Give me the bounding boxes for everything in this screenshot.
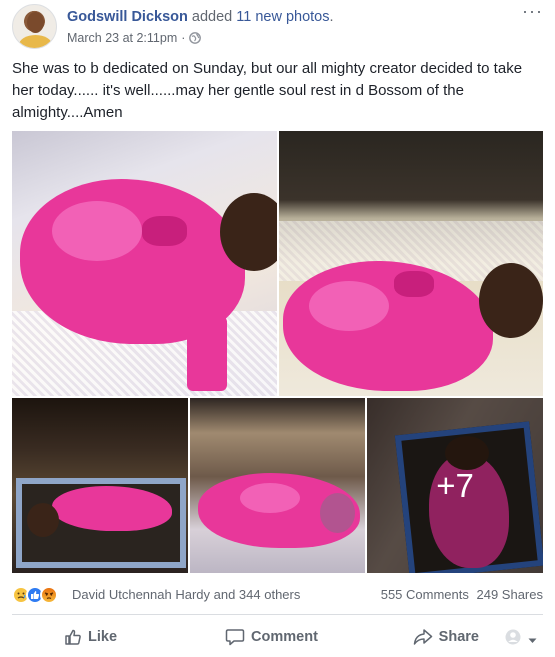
share-arrow-icon bbox=[413, 628, 433, 646]
new-photos-link[interactable]: 11 new photos bbox=[236, 9, 329, 25]
author-line: Godswill Dickson added 11 new photos. bbox=[67, 9, 334, 25]
comment-button[interactable]: Comment bbox=[202, 620, 340, 654]
avatar-face bbox=[27, 12, 44, 33]
author-avatar[interactable] bbox=[12, 4, 57, 49]
engagement-counts: 555 Comments 249 Shares bbox=[381, 587, 543, 602]
gallery-photo-4[interactable] bbox=[190, 398, 365, 573]
chevron-down-icon bbox=[528, 631, 537, 649]
more-options-button[interactable]: ··· bbox=[522, 2, 543, 20]
comment-label: Comment bbox=[251, 629, 318, 645]
audience-selector[interactable] bbox=[505, 628, 537, 651]
photo-dress-highlight bbox=[309, 281, 389, 331]
like-label: Like bbox=[88, 629, 118, 645]
more-photos-overlay[interactable]: +7 bbox=[367, 398, 543, 573]
share-label: Share bbox=[438, 629, 479, 645]
thumbs-up-icon bbox=[64, 628, 82, 646]
gallery-photo-5-more[interactable]: +7 bbox=[367, 398, 543, 573]
reaction-icons[interactable] bbox=[12, 586, 58, 604]
like-button[interactable]: Like bbox=[12, 620, 202, 654]
photo-baby-head bbox=[27, 503, 59, 537]
gallery-photo-2[interactable] bbox=[279, 131, 543, 396]
avatar-shirt bbox=[19, 35, 52, 48]
photo-dress-bow bbox=[394, 271, 434, 297]
author-name-link[interactable]: Godswill Dickson bbox=[67, 9, 188, 25]
more-photos-count: +7 bbox=[436, 466, 474, 504]
photo-sash bbox=[187, 316, 227, 391]
shares-count-link[interactable]: 249 Shares bbox=[477, 587, 544, 602]
post-header: Godswill Dickson added 11 new photos. Ma… bbox=[12, 2, 543, 54]
avatar-dropdown-icon bbox=[505, 628, 525, 651]
photo-dress-highlight bbox=[240, 483, 300, 513]
globe-icon[interactable] bbox=[189, 32, 202, 44]
photo-dress-bow bbox=[142, 216, 187, 246]
post-action-bar: Like Comment Share bbox=[12, 620, 543, 654]
trailing-period: . bbox=[329, 9, 334, 25]
post-timestamp[interactable]: March 23 at 2:11pm bbox=[67, 31, 177, 45]
gallery-photo-1[interactable] bbox=[12, 131, 277, 396]
action-text: added bbox=[191, 9, 233, 25]
comments-count-link[interactable]: 555 Comments bbox=[381, 587, 469, 602]
post-stats: David Utchennah Hardy and 344 others 555… bbox=[12, 584, 543, 606]
photo-baby-head bbox=[320, 493, 355, 533]
gallery-photo-3[interactable] bbox=[12, 398, 188, 573]
photo-baby-head bbox=[479, 263, 543, 338]
actions-divider bbox=[12, 614, 543, 615]
speech-bubble-icon bbox=[225, 628, 245, 646]
post-message: She was to b dedicated on Sunday, but ou… bbox=[12, 60, 523, 121]
meta-separator: · bbox=[181, 31, 186, 45]
photo-dress-highlight bbox=[52, 201, 142, 261]
post-meta: March 23 at 2:11pm · bbox=[67, 31, 202, 45]
angry-reaction-icon bbox=[40, 586, 58, 604]
reaction-names-link[interactable]: David Utchennah Hardy and 344 others bbox=[72, 587, 300, 602]
